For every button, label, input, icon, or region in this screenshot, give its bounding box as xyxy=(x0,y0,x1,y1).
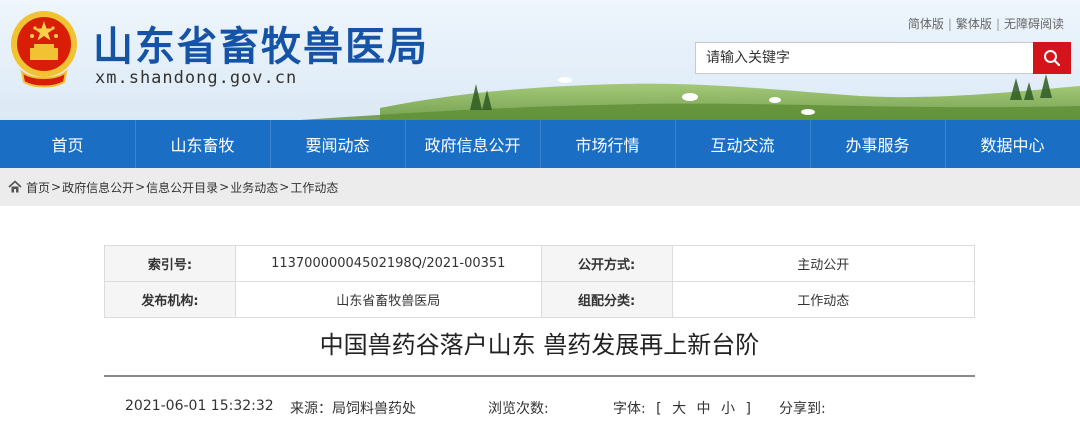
national-emblem-icon xyxy=(11,11,77,88)
search-button[interactable] xyxy=(1033,42,1071,74)
breadcrumb-business[interactable]: 业务动态 xyxy=(230,179,278,196)
article-source: 来源：局饲料兽药处 xyxy=(290,401,416,417)
font-size-large[interactable]: 大 xyxy=(672,401,686,417)
nav-services[interactable]: 办事服务 xyxy=(810,120,945,168)
index-label: 索引号: xyxy=(104,245,236,282)
disclosure-value: 主动公开 xyxy=(671,245,976,282)
search-bar xyxy=(695,42,1071,74)
nav-market[interactable]: 市场行情 xyxy=(540,120,675,168)
breadcrumb-work-news[interactable]: 工作动态 xyxy=(290,179,338,196)
publisher-value: 山东省畜牧兽医局 xyxy=(234,281,542,318)
search-icon xyxy=(1044,50,1061,67)
category-label: 组配分类: xyxy=(540,281,673,318)
breadcrumb: 首页 > 政府信息公开 > 信息公开目录 > 业务动态 > 工作动态 xyxy=(0,168,1080,206)
disclosure-label: 公开方式: xyxy=(540,245,673,282)
traditional-link[interactable]: 繁体版 xyxy=(956,17,992,31)
table-row: 索引号: 11370000004502198Q/2021-00351 公开方式:… xyxy=(104,245,976,282)
breadcrumb-home[interactable]: 首页 xyxy=(26,179,50,196)
breadcrumb-catalog[interactable]: 信息公开目录 xyxy=(146,179,218,196)
table-row: 发布机构: 山东省畜牧兽医局 组配分类: 工作动态 xyxy=(104,281,976,318)
title-divider xyxy=(104,375,975,377)
index-value: 11370000004502198Q/2021-00351 xyxy=(234,245,542,282)
breadcrumb-gov-info[interactable]: 政府信息公开 xyxy=(62,179,134,196)
nav-interaction[interactable]: 互动交流 xyxy=(675,120,810,168)
main-nav: 首页 山东畜牧 要闻动态 政府信息公开 市场行情 互动交流 办事服务 数据中心 xyxy=(0,120,1080,168)
font-size-control: 字体: [ 大 中 小 ] xyxy=(613,398,751,418)
publisher-label: 发布机构: xyxy=(104,281,236,318)
article-title: 中国兽药谷落户山东 兽药发展再上新台阶 xyxy=(319,331,760,359)
accessibility-link[interactable]: 无障碍阅读 xyxy=(1004,17,1064,31)
nav-gov-info[interactable]: 政府信息公开 xyxy=(405,120,540,168)
publish-date: 2021-06-01 15:32:32 xyxy=(125,398,274,414)
simplified-link[interactable]: 简体版 xyxy=(908,17,944,31)
font-size-medium[interactable]: 中 xyxy=(697,401,711,417)
nav-home[interactable]: 首页 xyxy=(0,120,135,168)
search-input[interactable] xyxy=(695,42,1033,74)
top-links: 简体版 | 繁体版 | 无障碍阅读 xyxy=(907,17,1064,31)
category-value: 工作动态 xyxy=(671,281,976,318)
nav-shandong-livestock[interactable]: 山东畜牧 xyxy=(135,120,270,168)
nav-data-center[interactable]: 数据中心 xyxy=(945,120,1080,168)
site-header: 山东省畜牧兽医局 xm.shandong.gov.cn 简体版 | 繁体版 | 无障碍阅… xyxy=(0,0,1080,120)
site-domain: xm.shandong.gov.cn xyxy=(95,68,298,88)
nav-news[interactable]: 要闻动态 xyxy=(270,120,405,168)
info-table: 索引号: 11370000004502198Q/2021-00351 公开方式:… xyxy=(104,245,976,318)
share-label: 分享到: xyxy=(779,401,826,417)
font-size-small[interactable]: 小 xyxy=(721,401,735,417)
site-title: 山东省畜牧兽医局 xyxy=(93,24,429,70)
font-size-label: 字体: xyxy=(613,401,646,417)
home-icon xyxy=(8,180,22,193)
view-count: 浏览次数: xyxy=(488,401,549,417)
font-bracket-open: [ xyxy=(656,401,662,417)
font-bracket-close: ] xyxy=(745,401,751,417)
